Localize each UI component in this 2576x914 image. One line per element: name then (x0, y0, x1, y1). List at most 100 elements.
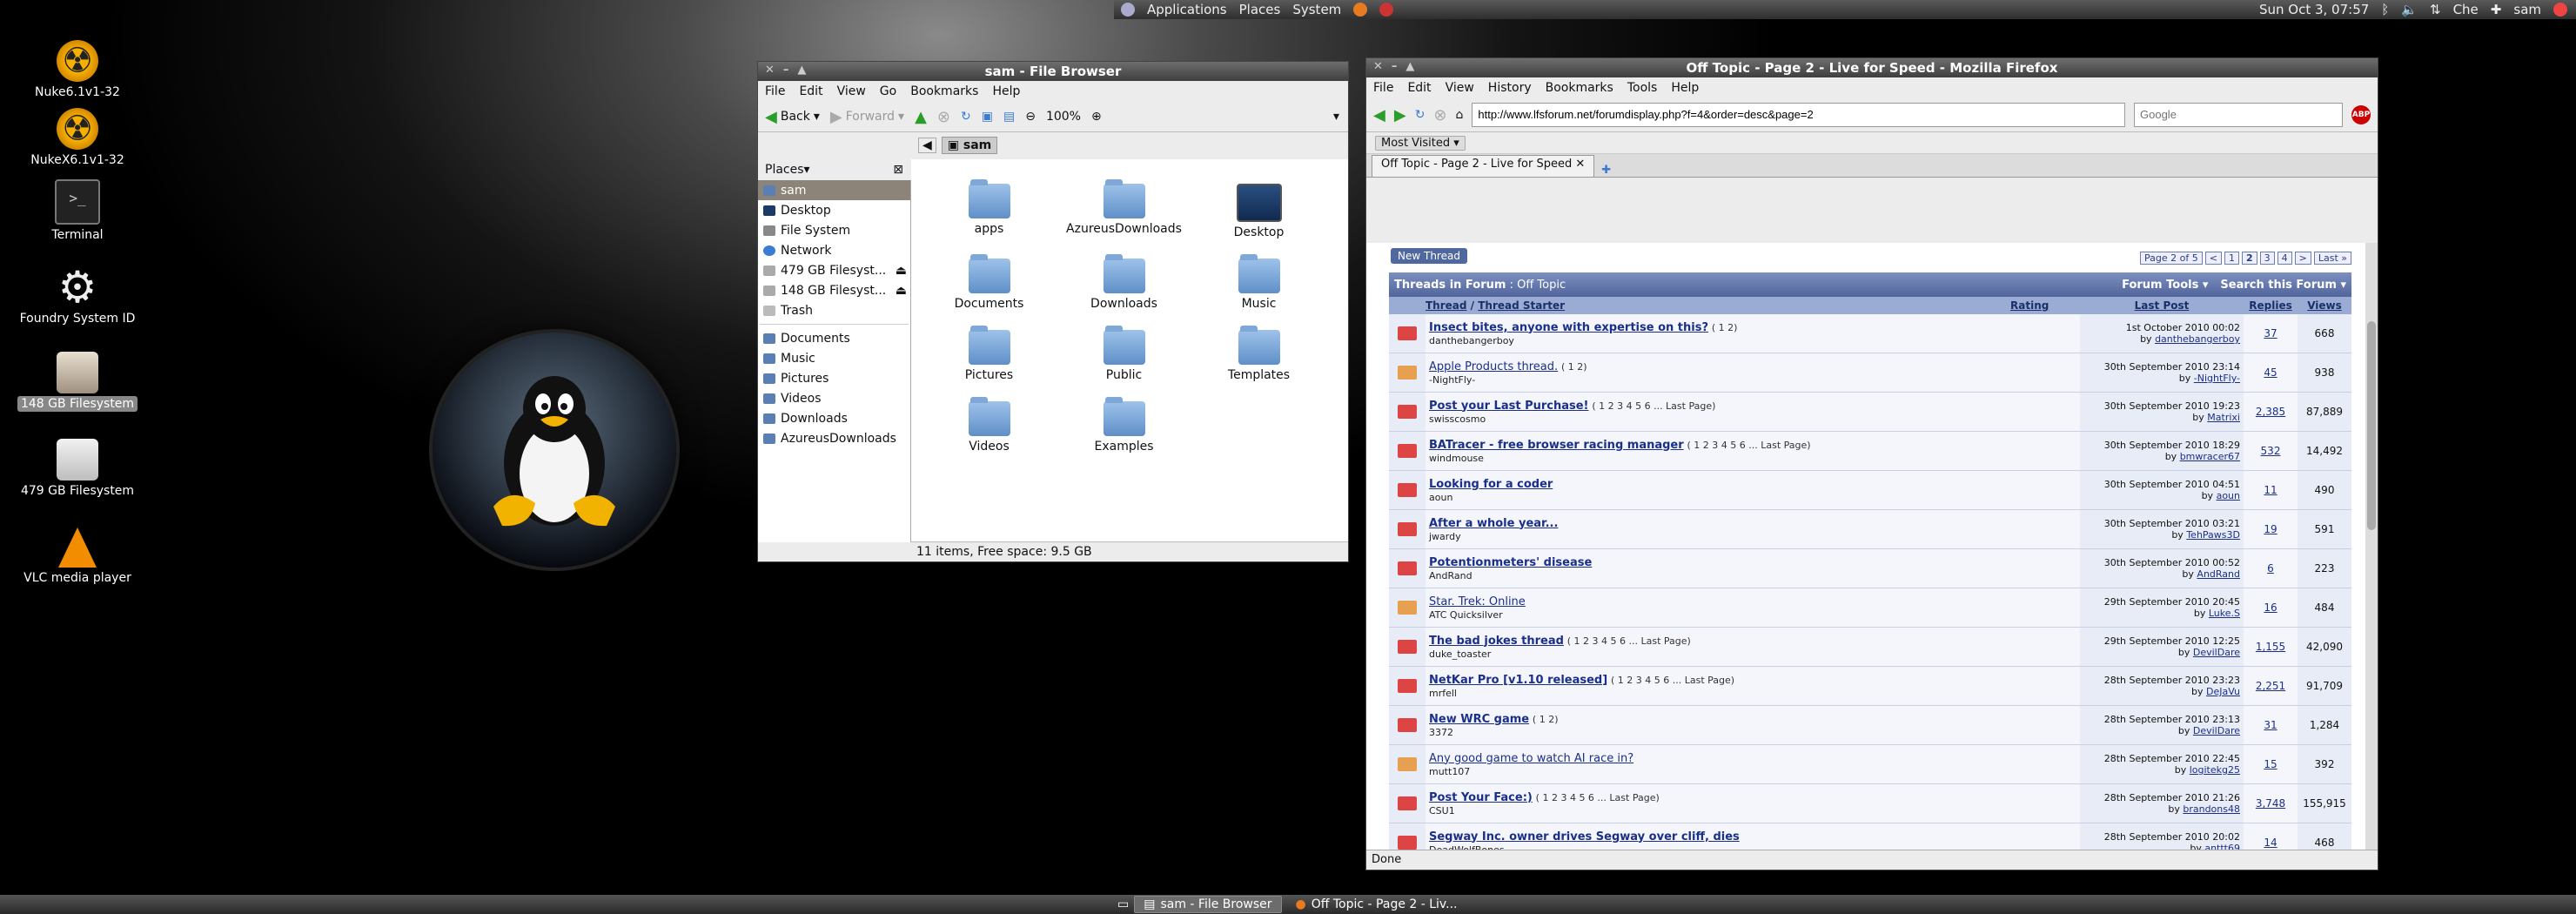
last-post-author[interactable]: aoun (2217, 490, 2240, 501)
places-header[interactable]: Places ▾ ⊠ (758, 159, 910, 180)
folder-desktop[interactable]: Desktop (1191, 184, 1326, 239)
zoom-in-icon[interactable]: ⊕ (1091, 110, 1102, 124)
thread-starter[interactable]: swisscosmo (1429, 413, 1486, 425)
back-button[interactable]: ◀ Back ▾ (765, 108, 820, 126)
replies-count[interactable]: 6 (2244, 548, 2298, 588)
last-post-author[interactable]: brandons48 (2183, 803, 2240, 815)
taskbar-firefox[interactable]: ● Off Topic - Page 2 - Liv... (1287, 897, 1466, 912)
thread-title-link[interactable]: New WRC game (1429, 713, 1529, 726)
thread-starter[interactable]: mrfell (1429, 688, 1457, 699)
menu-edit[interactable]: Edit (799, 84, 822, 98)
pager-next[interactable]: > (2294, 252, 2311, 265)
replies-count[interactable]: 2,385 (2244, 392, 2298, 432)
search-forum-menu[interactable]: Search this Forum ▾ (2220, 279, 2346, 292)
forward-button[interactable]: ▶ Forward ▾ (830, 108, 904, 126)
replies-count[interactable]: 1,155 (2244, 627, 2298, 667)
menu-bookmarks[interactable]: Bookmarks (1546, 81, 1613, 95)
thread-starter[interactable]: danthebangerboy (1429, 335, 1514, 346)
folder-documents[interactable]: Documents (922, 254, 1057, 311)
search-input[interactable] (2134, 103, 2343, 127)
folder-downloads[interactable]: Downloads (1057, 254, 1191, 311)
thread-pages[interactable]: ( 1 2 3 4 5 6 ... Last Page) (1592, 400, 1715, 412)
thread-pages[interactable]: ( 1 2) (1533, 714, 1559, 725)
thread-pages[interactable]: ( 1 2) (1561, 361, 1587, 373)
desktop-icon-foundry[interactable]: ⚙ Foundry System ID (8, 265, 147, 326)
reload-icon[interactable]: ↻ (961, 110, 971, 124)
network-icon[interactable]: ⇅ (2430, 2, 2441, 17)
thread-starter[interactable]: ATC Quicksilver (1429, 609, 1503, 621)
folder-pictures[interactable]: Pictures (922, 326, 1057, 382)
thread-title-link[interactable]: BATracer - free browser racing manager (1429, 439, 1684, 452)
vertical-scrollbar[interactable] (2365, 243, 2378, 850)
last-post-author[interactable]: logitekg25 (2190, 764, 2240, 776)
desktop-icon-nuke6[interactable]: Nuke6.1v1-32 (8, 40, 147, 99)
thread-title-link[interactable]: After a whole year... (1429, 517, 1558, 530)
thread-starter[interactable]: -NightFly- (1429, 374, 1475, 386)
bookmark-videos[interactable]: Videos (758, 388, 910, 408)
bookmark-downloads[interactable]: Downloads (758, 408, 910, 428)
col-replies[interactable]: Replies (2244, 299, 2298, 312)
show-desktop-icon[interactable]: ▭ (1117, 897, 1129, 911)
forward-icon[interactable]: ▶ (1394, 106, 1406, 124)
col-views[interactable]: Views (2298, 299, 2351, 312)
replies-count[interactable]: 532 (2244, 431, 2298, 471)
firefox-titlebar[interactable]: ✕–▲ Off Topic - Page 2 - Live for Speed … (1366, 58, 2378, 77)
menu-bookmarks[interactable]: Bookmarks (910, 84, 978, 98)
bookmark-music[interactable]: Music (758, 348, 910, 368)
user-name[interactable]: sam (2513, 2, 2541, 17)
folder-examples[interactable]: Examples (1057, 397, 1191, 454)
desktop-icon-479gb[interactable]: 479 GB Filesystem (8, 439, 147, 498)
zoom-out-icon[interactable]: ⊖ (1025, 110, 1036, 124)
last-post-author[interactable]: Matrixi (2207, 412, 2240, 423)
folder-templates[interactable]: Templates (1191, 326, 1326, 382)
thread-pages[interactable]: ( 1 2) (1712, 322, 1738, 333)
pager-prev[interactable]: < (2204, 252, 2222, 265)
eject-icon[interactable]: ⏏ (896, 264, 907, 278)
window-buttons[interactable]: ✕–▲ (1373, 60, 1423, 73)
thread-title-link[interactable]: The bad jokes thread (1429, 635, 1564, 648)
system-menu[interactable]: System (1292, 2, 1341, 17)
sidebar-item-148gb[interactable]: 148 GB Filesyst... ⏏ (758, 280, 910, 300)
replies-count[interactable]: 45 (2244, 353, 2298, 393)
thread-pages[interactable]: ( 1 2 3 4 5 6 ... Last Page) (1687, 440, 1810, 451)
last-post-author[interactable]: -NightFly- (2194, 373, 2240, 384)
sidebar-item-network[interactable]: Network (758, 240, 910, 260)
thread-starter[interactable]: 3372 (1429, 727, 1453, 738)
up-icon[interactable]: ▲ (915, 108, 927, 126)
most-visited-button[interactable]: Most Visited ▾ (1375, 135, 1466, 151)
menu-history[interactable]: History (1488, 81, 1532, 95)
firefox-launcher-icon[interactable] (1353, 3, 1368, 17)
pager-page-1[interactable]: 1 (2224, 252, 2239, 265)
thread-title-link[interactable]: Post your Last Purchase! (1429, 400, 1588, 413)
replies-count[interactable]: 3,748 (2244, 783, 2298, 823)
thread-title-link[interactable]: Star. Trek: Online (1429, 595, 1526, 608)
places-menu[interactable]: Places (1239, 2, 1281, 17)
thread-pages[interactable]: ( 1 2 3 4 5 6 ... Last Page) (1611, 675, 1734, 686)
replies-count[interactable]: 19 (2244, 509, 2298, 549)
file-browser-titlebar[interactable]: ✕–▲ sam - File Browser (758, 62, 1348, 81)
home-icon[interactable]: ▣ (982, 110, 993, 124)
taskbar-file-browser[interactable]: ▤ sam - File Browser (1134, 896, 1282, 913)
col-starter[interactable]: Thread Starter (1478, 299, 1565, 312)
desktop-icon-terminal[interactable]: >_ Terminal (8, 179, 147, 242)
last-post-author[interactable]: DeJaVu (2206, 686, 2240, 697)
menu-file[interactable]: File (1373, 81, 1393, 95)
scrollbar-thumb[interactable] (2367, 321, 2376, 530)
thread-title-link[interactable]: NetKar Pro [v1.10 released] (1429, 674, 1607, 687)
volume-icon[interactable]: 🔈 (2401, 2, 2418, 17)
thread-pages[interactable]: ( 1 2 3 4 5 6 ... Last Page) (1567, 635, 1691, 647)
thread-title-link[interactable]: Any good game to watch AI race in? (1429, 752, 1633, 765)
menu-view[interactable]: View (837, 84, 866, 98)
bookmark-pictures[interactable]: Pictures (758, 368, 910, 388)
accessibility-icon[interactable]: ✚ (2491, 2, 2502, 17)
stop-icon[interactable]: ⊗ (1433, 106, 1446, 124)
last-post-author[interactable]: danthebangerboy (2155, 333, 2240, 345)
pager-page-3[interactable]: 3 (2259, 252, 2275, 265)
menu-edit[interactable]: Edit (1407, 81, 1431, 95)
sidebar-item-trash[interactable]: Trash (758, 300, 910, 320)
home-icon[interactable]: ⌂ (1456, 108, 1464, 122)
last-post-author[interactable]: bmwracer67 (2180, 451, 2240, 462)
menu-help[interactable]: Help (1671, 81, 1699, 95)
thread-title-link[interactable]: Segway Inc. owner drives Segway over cli… (1429, 830, 1740, 843)
thread-starter[interactable]: aoun (1429, 492, 1452, 503)
